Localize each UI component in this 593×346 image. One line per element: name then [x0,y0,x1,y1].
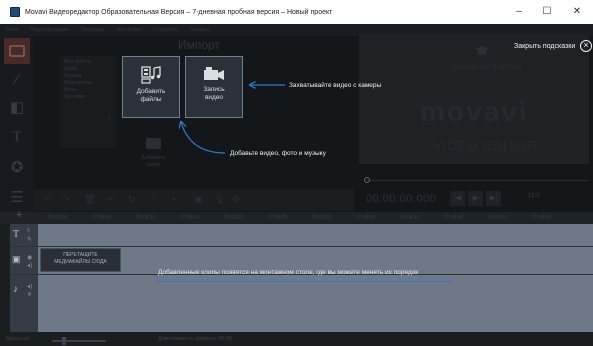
maximize-button[interactable]: ☐ [533,0,561,24]
tips-dim-overlay [0,24,593,212]
scale-label: Масштаб: [6,336,32,342]
track-lock-icon[interactable]: ◊ [27,228,30,234]
video-track-icon: ▣ [12,254,21,264]
title-track-icon: T [13,229,20,240]
camera-icon [204,67,224,80]
track-edit-icon[interactable]: ✎ [27,236,32,243]
track-headers [10,224,38,332]
track-solo-icon[interactable]: ✕ [27,291,32,298]
ruler-tick: 00:00:05 [92,215,112,221]
minimize-button[interactable]: – [505,0,533,24]
ruler-tick: 00:00:15 [180,215,200,221]
ruler-tick: 00:00:00 [48,215,68,221]
close-button[interactable]: ✕ [563,0,591,24]
window-title: Movavi Видеоредактор Образовательная Вер… [25,8,333,16]
project-duration: Длительность проекта: 00:00 [158,336,233,342]
title-bar: Movavi Видеоредактор Образовательная Вер… [0,0,593,24]
ruler-tick: 00:00:45 [444,215,464,221]
media-drop-zone[interactable]: ПЕРЕТАЩИТЕ МЕДИАФАЙЛЫ СЮДА [40,248,121,272]
timeline[interactable] [10,224,593,332]
track-volume-icon[interactable]: ◂) [27,283,32,290]
files-music-icon [141,66,161,84]
audio-track-icon: ♪ [13,284,18,295]
ruler-tick: 00:00:35 [356,215,376,221]
ruler-tick: 00:00:50 [488,215,508,221]
add-track-icon[interactable]: + [16,209,22,221]
ruler-tick: 00:00:25 [268,215,288,221]
timeline-tip: Добавленные клипы появятся на монтажном … [158,269,419,276]
ruler-tick: 00:00:55 [532,215,552,221]
zoom-slider-handle[interactable] [62,337,66,345]
app-icon [10,7,20,17]
timeline-tip-underline [154,281,454,282]
add-media-tip: Добавьте видео, фото и музыку [230,150,326,157]
ruler-tick: 00:00:40 [400,215,420,221]
camera-tip: Захватывайте видео с камеры [289,82,382,89]
close-tips-icon[interactable]: × [580,40,592,52]
timeline-ruler: 00:00:00 00:00:05 00:00:10 00:00:15 00:0… [0,212,593,224]
track-visibility-icon[interactable]: ◉ [27,254,32,261]
drop-zone-label: ПЕРЕТАЩИТЕ МЕДИАФАЙЛЫ СЮДА [54,252,107,265]
track-divider [10,246,593,247]
zoom-slider[interactable] [52,340,106,342]
record-video-button[interactable]: Запись видео [185,56,243,118]
add-files-button[interactable]: Добавить файлы [122,56,180,118]
close-tips-link[interactable]: Закрыть подсказки [514,43,575,50]
record-video-label: Запись видео [203,86,225,101]
ruler-tick: 00:00:10 [136,215,156,221]
status-bar: Масштаб: Длительность проекта: 00:00 [0,332,593,346]
track-mute-icon[interactable]: ◂) [27,262,32,269]
ruler-tick: 00:00:30 [312,215,332,221]
add-files-label: Добавить файлы [136,88,166,103]
ruler-tick: 00:00:20 [224,215,244,221]
